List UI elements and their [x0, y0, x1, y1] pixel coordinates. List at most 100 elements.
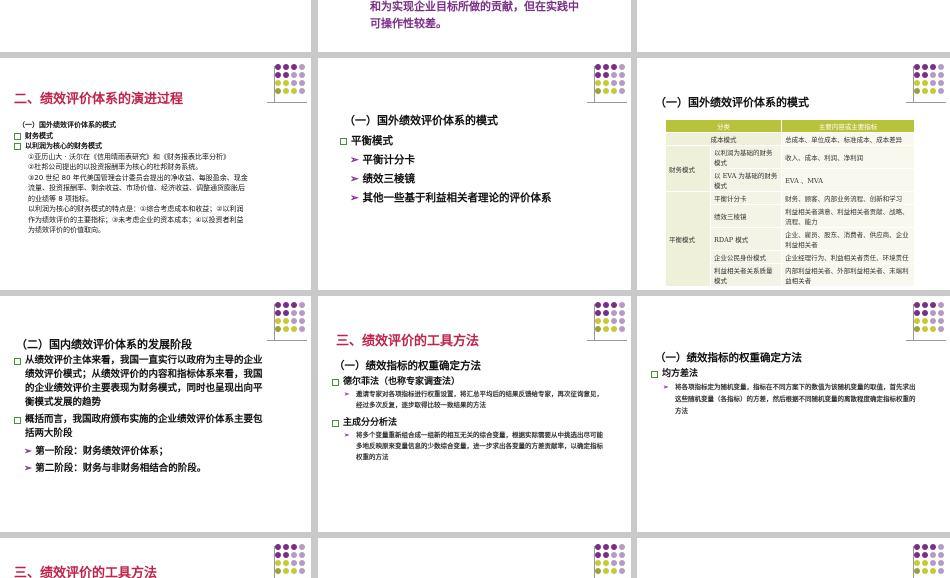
slide-bottom-right[interactable]: [637, 538, 950, 578]
slide-top-left[interactable]: [0, 0, 311, 52]
decor-dot: [595, 560, 601, 566]
decor-dot: [914, 568, 920, 574]
sub-bullet: ➢ 第二阶段：财务与非财务相结合的阶段。: [24, 460, 266, 477]
decor-dot: [603, 88, 609, 94]
decor-dot: [930, 552, 936, 558]
decor-dot: [595, 568, 601, 574]
decor-dot: [299, 88, 305, 94]
slide-top-right[interactable]: [637, 0, 950, 52]
table-cell: 企业公民身份模式: [709, 250, 783, 264]
subheading: （一）国外绩效评价体系的模式: [18, 121, 116, 129]
slide-title: 三、绩效评价的工具方法: [336, 334, 480, 349]
decor-dot: [922, 318, 928, 324]
decor-dot: [922, 310, 928, 316]
decor-dot: [283, 80, 289, 86]
decor-dot: [930, 560, 936, 566]
bullet-item: 以利润为核心的财务模式: [14, 141, 306, 152]
decor-dot: [619, 568, 625, 574]
bullet-item: 主成分分析法: [332, 417, 604, 430]
decor-dot: [611, 560, 617, 566]
decor-dot: [619, 318, 625, 324]
decor-dot: [611, 72, 617, 78]
decor-line: [274, 304, 275, 340]
slide-title: （一）国外绩效评价体系的模式: [344, 114, 498, 127]
decor-dot: [291, 318, 297, 324]
decor-dot: [291, 302, 297, 308]
decor-dot: [619, 80, 625, 86]
arrow-icon: ➢: [350, 173, 363, 185]
decor-dot: [922, 326, 928, 332]
decor-dot: [922, 302, 928, 308]
decor-dot: [938, 64, 944, 70]
decor-dot: [275, 88, 281, 94]
paragraph-line: 作为绩效评价的主要指标；③未考虑企业的资本成本；④以投资者利益: [28, 215, 244, 224]
decor-dot: [611, 302, 617, 308]
decor-dot: [619, 326, 625, 332]
table-group-cell: 平衡模式: [665, 191, 711, 287]
decor-dot: [595, 318, 601, 324]
decor-line: [594, 66, 595, 102]
table-cell: 收入、成本、利润、净利润: [781, 145, 915, 169]
decor-dot: [283, 552, 289, 558]
decor-dot: [299, 80, 305, 86]
decor-dot: [938, 568, 944, 574]
decor-dot: [922, 544, 928, 550]
decor-dot: [603, 72, 609, 78]
decor-dot: [938, 80, 944, 86]
slide-variance-method[interactable]: （一）绩效指标的权重确定方法 均方差法 ➢ 将各项指标定为随机变量，指标在不同方案…: [637, 296, 950, 532]
decor-dot: [595, 72, 601, 78]
decor-dot: [275, 560, 281, 566]
slide-top-middle[interactable]: 和为实现企业目标所做的贡献，但在实践中 可操作性较差。: [318, 0, 631, 52]
decor-dot: [619, 302, 625, 308]
decor-dot: [922, 568, 928, 574]
slide-models-table[interactable]: （一）国外绩效评价体系的模式 分类 主要内容或主要指标 成本模式 总成本、单位成…: [637, 58, 950, 290]
slide-bottom-left[interactable]: 三、绩效评价的工具方法: [0, 538, 311, 578]
decor-dots-icon: [275, 64, 305, 94]
bullet-square-icon: [14, 358, 21, 365]
bullet-item: 概括而言，我国政府颁布实施的企业绩效评价体系主要包括两大阶段: [14, 413, 266, 441]
decor-dot: [299, 326, 305, 332]
arrow-icon: ➢: [350, 192, 363, 204]
decor-dot: [922, 552, 928, 558]
slide-title: 二、绩效评价体系的演进过程: [14, 92, 184, 107]
decor-dot: [914, 318, 920, 324]
table-cell: 企业经理行为、利益相关者责任、环境责任: [781, 250, 915, 264]
table-cell: 内部利益相关者、外部利益相关者、末端利益相关者: [781, 263, 915, 287]
slide-domestic-stages[interactable]: （二）国内绩效评价体系的发展阶段 从绩效评价主体来看，我国一直实行以政府为主导的…: [0, 296, 311, 532]
slide-tools-methods[interactable]: 三、绩效评价的工具方法 （一）绩效指标的权重确定方法 德尔菲法（也称专家调查法）…: [318, 296, 631, 532]
decor-dot: [299, 552, 305, 558]
decor-dot: [611, 318, 617, 324]
decor-dot: [283, 88, 289, 94]
decor-dot: [930, 544, 936, 550]
decor-line: [587, 340, 627, 341]
sub-bullet-text: 平衡计分卡: [362, 154, 415, 166]
decor-dot: [930, 326, 936, 332]
paragraph-line: 流量、投资报酬率、剩余收益、市场价值、经济收益、调整通货膨胀后: [28, 184, 245, 192]
decor-dot: [275, 80, 281, 86]
table-cell: RDAP 模式: [709, 227, 783, 251]
decor-dot: [611, 88, 617, 94]
table-cell: 利益相关者满意、利益相关者贡献、战略、流程、能力: [781, 204, 915, 228]
decor-dot: [619, 64, 625, 70]
decor-dot: [914, 560, 920, 566]
decor-dot: [291, 568, 297, 574]
decor-dot: [619, 72, 625, 78]
slide-foreign-models[interactable]: （一）国外绩效评价体系的模式 平衡模式 ➢ 平衡计分卡 ➢ 绩效三棱镜 ➢ 其他…: [318, 58, 631, 290]
decor-dot: [603, 302, 609, 308]
table-header-cell: 分类: [664, 119, 783, 133]
arrow-icon: ➢: [350, 154, 363, 166]
slide-bottom-middle[interactable]: [318, 538, 631, 578]
decor-dot: [611, 80, 617, 86]
paragraph-text: 邀请专家对各项指标进行权重设置，将汇总平均后的结果反馈给专家，再次征询意见，经过…: [356, 390, 603, 409]
bullet-text: 以利润为核心的财务模式: [25, 142, 102, 150]
bullet-text: 从绩效评价主体来看，我国一直实行以政府为主导的企业绩效评价模式；从绩效评价的内容…: [25, 355, 263, 408]
paragraph: ➢ 邀请专家对各项指标进行权重设置，将汇总平均后的结果反馈给专家，再次征询意见，经…: [332, 389, 604, 411]
decor-dot: [914, 72, 920, 78]
table-cell: 总成本、单位成本、标准成本、成本差异: [781, 132, 915, 146]
arrow-icon: ➢: [344, 431, 350, 439]
decor-line: [274, 66, 275, 102]
decor-dot: [283, 72, 289, 78]
bullet-text: 均方差法: [662, 369, 699, 379]
decor-line: [267, 340, 307, 341]
slide-evolution[interactable]: 二、绩效评价体系的演进过程 （一）国外绩效评价体系的模式 财务模式 以利润为核心…: [0, 58, 311, 290]
